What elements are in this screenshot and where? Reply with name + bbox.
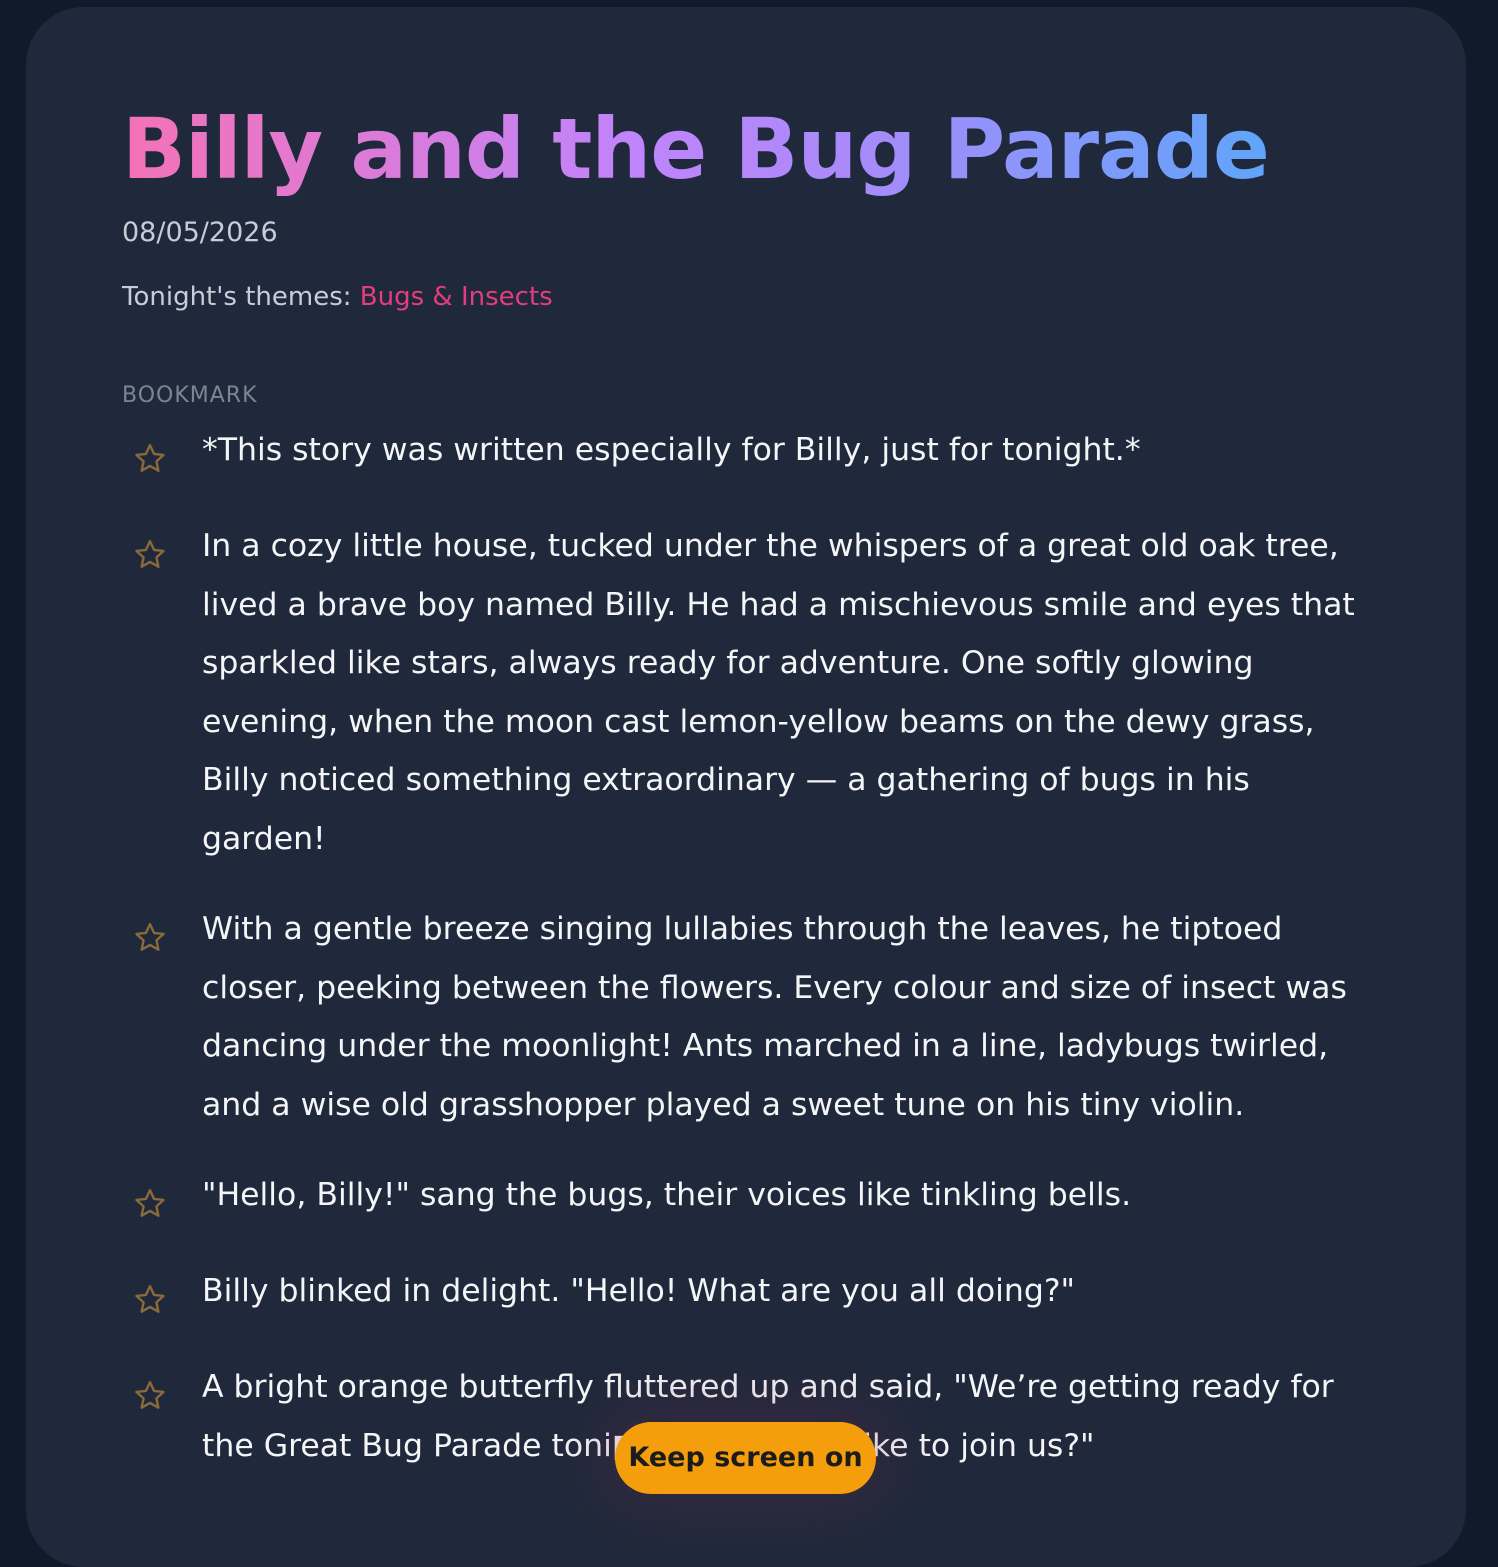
story-card: Billy and the Bug Parade 08/05/2026 Toni… xyxy=(26,7,1466,1567)
bookmark-star-icon[interactable] xyxy=(132,1186,168,1222)
keep-screen-on-button[interactable]: Keep screen on xyxy=(615,1422,876,1494)
bookmark-star-icon[interactable] xyxy=(132,920,168,956)
bookmark-star-icon[interactable] xyxy=(132,537,168,573)
bookmark-star-icon[interactable] xyxy=(132,441,168,477)
themes-line: Tonight's themes: Bugs & Insects xyxy=(122,279,553,315)
story-paragraph: In a cozy little house, tucked under the… xyxy=(202,528,1355,857)
story-paragraph: *This story was written especially for B… xyxy=(202,432,1141,468)
story-paragraph: "Hello, Billy!" sang the bugs, their voi… xyxy=(202,1177,1132,1213)
bookmark-star-icon[interactable] xyxy=(132,1282,168,1318)
story-paragraph: With a gentle breeze singing lullabies t… xyxy=(202,911,1347,1123)
bookmark-star-icon[interactable] xyxy=(132,1378,168,1414)
story-title: Billy and the Bug Parade xyxy=(122,100,1270,198)
story-paragraph: Billy blinked in delight. "Hello! What a… xyxy=(202,1273,1076,1309)
story-date: 08/05/2026 xyxy=(122,217,278,248)
bookmark-column-label: BOOKMARK xyxy=(122,383,258,408)
theme-tag[interactable]: Bugs & Insects xyxy=(360,282,553,312)
themes-label: Tonight's themes: xyxy=(122,282,352,312)
